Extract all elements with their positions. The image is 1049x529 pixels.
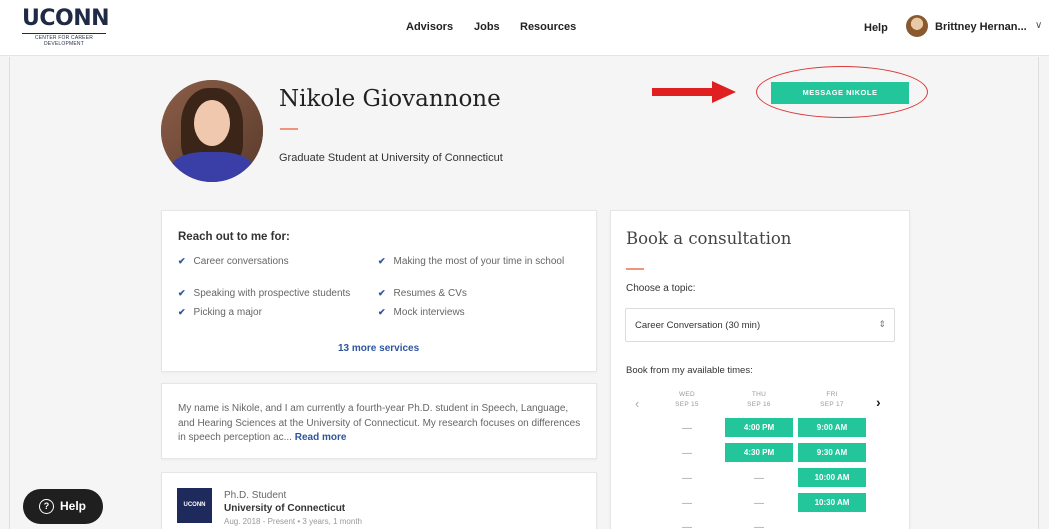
nav-resources[interactable]: Resources: [520, 21, 576, 33]
profile-photo: [161, 80, 263, 182]
reach-out-title: Reach out to me for:: [178, 231, 290, 243]
chevron-left-icon[interactable]: ‹: [635, 396, 639, 411]
read-more-link[interactable]: Read more: [295, 432, 347, 443]
chevron-down-icon[interactable]: ∨: [1035, 20, 1042, 31]
uconn-logo[interactable]: UCONN CENTER FOR CAREER DEVELOPMENT: [22, 6, 110, 47]
no-slot-dash: —: [682, 498, 692, 509]
day-column-thu: THU SEP 16: [747, 391, 771, 408]
service-item: ✔ Speaking with prospective students: [178, 288, 351, 299]
logo-subtext: CENTER FOR CAREER DEVELOPMENT: [22, 33, 106, 47]
more-services-link[interactable]: 13 more services: [338, 343, 419, 354]
service-item: ✔ Mock interviews: [378, 307, 465, 318]
time-slot-button[interactable]: 10:30 AM: [798, 493, 866, 512]
no-slot-dash: —: [754, 473, 764, 484]
day-column-fri: FRI SEP 17: [820, 391, 844, 408]
profile-title: Graduate Student at University of Connec…: [279, 152, 503, 164]
topic-select[interactable]: Career Conversation (30 min) ⇕: [625, 308, 895, 342]
no-slot-dash: —: [682, 423, 692, 434]
no-slot-dash: —: [682, 473, 692, 484]
select-caret-icon: ⇕: [878, 319, 886, 329]
logo-text: UCONN: [22, 6, 110, 31]
bio-card: My name is Nikole, and I am currently a …: [161, 383, 597, 459]
no-slot-dash: —: [754, 498, 764, 509]
day-column-wed: WED SEP 15: [675, 391, 699, 408]
top-navigation-bar: UCONN CENTER FOR CAREER DEVELOPMENT Advi…: [0, 0, 1049, 56]
red-arrow-annotation-icon: [652, 81, 736, 103]
chevron-right-icon[interactable]: ›: [876, 394, 881, 410]
book-consultation-card: Book a consultation Choose a topic: Care…: [610, 210, 910, 529]
choose-topic-label: Choose a topic:: [626, 283, 696, 294]
uconn-school-logo: UCONN: [177, 488, 212, 523]
checkmark-icon: ✔: [178, 288, 186, 298]
education-card: UCONN Ph.D. Student University of Connec…: [161, 472, 597, 529]
checkmark-icon: ✔: [178, 307, 186, 317]
user-avatar[interactable]: [906, 15, 928, 37]
checkmark-icon: ✔: [378, 307, 386, 317]
time-slot-button[interactable]: 9:00 AM: [798, 418, 866, 437]
education-school: University of Connecticut: [224, 503, 346, 514]
checkmark-icon: ✔: [378, 256, 386, 266]
user-name-menu[interactable]: Brittney Hernan...: [935, 21, 1027, 33]
service-item: ✔ Making the most of your time in school: [378, 256, 565, 267]
help-button-label: Help: [60, 499, 87, 513]
help-question-icon: ?: [39, 499, 54, 514]
education-dates: Aug. 2018 - Present • 3 years, 1 month: [224, 517, 362, 526]
profile-name: Nikole Giovannone: [279, 86, 501, 112]
nav-advisors[interactable]: Advisors: [406, 21, 453, 33]
service-item: ✔ Picking a major: [178, 307, 262, 318]
service-item: ✔ Resumes & CVs: [378, 288, 467, 299]
topic-select-value: Career Conversation (30 min): [635, 320, 761, 331]
no-slot-dash: —: [682, 448, 692, 459]
time-slot-button[interactable]: 9:30 AM: [798, 443, 866, 462]
no-slot-dash: —: [682, 522, 692, 529]
time-slot-button[interactable]: 4:30 PM: [725, 443, 793, 462]
help-link[interactable]: Help: [864, 22, 888, 34]
time-slot-button[interactable]: 10:00 AM: [798, 468, 866, 487]
no-slot-dash: —: [754, 522, 764, 529]
checkmark-icon: ✔: [378, 288, 386, 298]
reach-out-card: Reach out to me for: ✔ Career conversatio…: [161, 210, 597, 372]
accent-divider: [626, 268, 644, 270]
book-consultation-title: Book a consultation: [626, 229, 792, 248]
education-role: Ph.D. Student: [224, 490, 287, 501]
time-slot-button[interactable]: 4:00 PM: [725, 418, 793, 437]
nav-jobs[interactable]: Jobs: [474, 21, 500, 33]
checkmark-icon: ✔: [178, 256, 186, 266]
available-times-label: Book from my available times:: [626, 365, 753, 376]
service-item: ✔ Career conversations: [178, 256, 289, 267]
bio-text: My name is Nikole, and I am currently a …: [178, 403, 581, 443]
floating-help-button[interactable]: ? Help: [23, 489, 103, 524]
red-circle-annotation: [756, 66, 928, 118]
accent-divider: [280, 128, 298, 130]
